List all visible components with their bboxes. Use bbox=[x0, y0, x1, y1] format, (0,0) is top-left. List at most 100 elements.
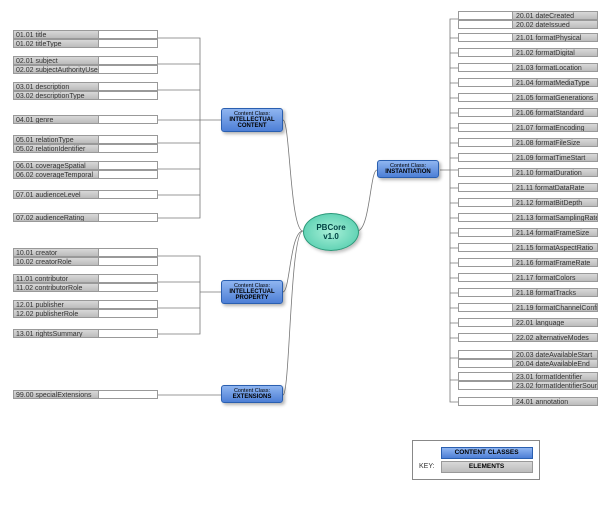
element-label: 06.02 coverageTemporal bbox=[13, 170, 98, 179]
element-group: 21.12 formatBitDepth bbox=[458, 198, 598, 207]
element-group: 06.01 coverageSpatial06.02 coverageTempo… bbox=[13, 161, 158, 179]
element-group: 21.06 formatStandard bbox=[458, 108, 598, 117]
element-stub bbox=[98, 30, 158, 39]
element-stub bbox=[98, 144, 158, 153]
element-group: 21.02 formatDigital bbox=[458, 48, 598, 57]
element-group: 21.13 formatSamplingRate bbox=[458, 213, 598, 222]
element-group: 13.01 rightsSummary bbox=[13, 329, 158, 338]
element-label: 20.03 dateAvailableStart bbox=[513, 350, 598, 359]
element-stub bbox=[98, 56, 158, 65]
element-stub bbox=[458, 350, 513, 359]
element-stub bbox=[98, 257, 158, 266]
element-group: 21.16 formatFrameRate bbox=[458, 258, 598, 267]
element-label: 21.19 formatChannelConfiguration bbox=[513, 303, 598, 312]
element-label: 12.02 publisherRole bbox=[13, 309, 98, 318]
element-group: 21.11 formatDataRate bbox=[458, 183, 598, 192]
element-label: 02.01 subject bbox=[13, 56, 98, 65]
element-stub bbox=[458, 333, 513, 342]
core-node: PBCorev1.0 bbox=[303, 213, 359, 251]
element-label: 21.10 formatDuration bbox=[513, 168, 598, 177]
element-stub bbox=[458, 153, 513, 162]
class-instantiation: Content Class: INSTANTIATION bbox=[377, 160, 439, 178]
element-label: 20.01 dateCreated bbox=[513, 11, 598, 20]
element-stub bbox=[458, 168, 513, 177]
element-label: 21.02 formatDigital bbox=[513, 48, 598, 57]
element-group: 02.01 subject02.02 subjectAuthorityUsed bbox=[13, 56, 158, 74]
element-stub bbox=[458, 372, 513, 381]
element-group: 01.01 title01.02 titleType bbox=[13, 30, 158, 48]
element-group: 99.00 specialExtensions bbox=[13, 390, 158, 399]
element-stub bbox=[458, 359, 513, 368]
class-intellectual-content: Content Class: INTELLECTUAL CONTENT bbox=[221, 108, 283, 132]
element-stub bbox=[458, 48, 513, 57]
element-group: 23.01 formatIdentifier23.02 formatIdenti… bbox=[458, 372, 598, 390]
element-label: 21.14 formatFrameSize bbox=[513, 228, 598, 237]
element-group: 24.01 annotation bbox=[458, 397, 598, 406]
core-version: v1.0 bbox=[323, 232, 339, 241]
element-stub bbox=[98, 161, 158, 170]
element-label: 21.06 formatStandard bbox=[513, 108, 598, 117]
element-label: 21.17 formatColors bbox=[513, 273, 598, 282]
element-stub bbox=[98, 300, 158, 309]
element-group: 21.03 formatLocation bbox=[458, 63, 598, 72]
element-stub bbox=[98, 170, 158, 179]
legend-box: KEY:CONTENT CLASSES KEY:ELEMENTS bbox=[412, 440, 540, 480]
element-label: 20.04 dateAvailableEnd bbox=[513, 359, 598, 368]
element-label: 21.11 formatDataRate bbox=[513, 183, 598, 192]
element-label: 21.07 formatEncoding bbox=[513, 123, 598, 132]
element-label: 21.05 formatGenerations bbox=[513, 93, 598, 102]
element-stub bbox=[458, 258, 513, 267]
element-stub bbox=[98, 135, 158, 144]
element-stub bbox=[458, 123, 513, 132]
element-stub bbox=[98, 274, 158, 283]
element-label: 21.03 formatLocation bbox=[513, 63, 598, 72]
element-label: 21.04 formatMediaType bbox=[513, 78, 598, 87]
element-group: 21.19 formatChannelConfiguration bbox=[458, 303, 598, 312]
element-group: 21.01 formatPhysical bbox=[458, 33, 598, 42]
element-group: 20.03 dateAvailableStart20.04 dateAvaila… bbox=[458, 350, 598, 368]
element-stub bbox=[458, 20, 513, 29]
element-group: 11.01 contributor11.02 contributorRole bbox=[13, 274, 158, 292]
element-stub bbox=[458, 33, 513, 42]
element-stub bbox=[458, 63, 513, 72]
element-label: 07.01 audienceLevel bbox=[13, 190, 98, 199]
element-label: 05.02 relationIdentifier bbox=[13, 144, 98, 153]
element-label: 21.12 formatBitDepth bbox=[513, 198, 598, 207]
element-stub bbox=[98, 115, 158, 124]
element-stub bbox=[458, 108, 513, 117]
element-label: 11.01 contributor bbox=[13, 274, 98, 283]
element-group: 05.01 relationType05.02 relationIdentifi… bbox=[13, 135, 158, 153]
element-group: 21.15 formatAspectRatio bbox=[458, 243, 598, 252]
element-stub bbox=[458, 213, 513, 222]
element-stub bbox=[458, 381, 513, 390]
element-label: 22.01 language bbox=[513, 318, 598, 327]
element-stub bbox=[98, 190, 158, 199]
element-label: 10.01 creator bbox=[13, 248, 98, 257]
element-stub bbox=[458, 138, 513, 147]
element-label: 21.13 formatSamplingRate bbox=[513, 213, 598, 222]
element-group: 21.08 formatFileSize bbox=[458, 138, 598, 147]
element-stub bbox=[458, 273, 513, 282]
element-label: 05.01 relationType bbox=[13, 135, 98, 144]
element-stub bbox=[98, 39, 158, 48]
element-stub bbox=[458, 183, 513, 192]
element-stub bbox=[458, 243, 513, 252]
element-group: 21.18 formatTracks bbox=[458, 288, 598, 297]
element-stub bbox=[458, 303, 513, 312]
element-stub bbox=[458, 93, 513, 102]
element-label: 99.00 specialExtensions bbox=[13, 390, 98, 399]
element-stub bbox=[98, 213, 158, 222]
element-group: 21.10 formatDuration bbox=[458, 168, 598, 177]
element-stub bbox=[98, 283, 158, 292]
element-group: 04.01 genre bbox=[13, 115, 158, 124]
element-group: 20.01 dateCreated20.02 dateIssued bbox=[458, 11, 598, 29]
element-group: 21.14 formatFrameSize bbox=[458, 228, 598, 237]
element-label: 03.01 description bbox=[13, 82, 98, 91]
element-label: 07.02 audienceRating bbox=[13, 213, 98, 222]
element-label: 01.02 titleType bbox=[13, 39, 98, 48]
element-stub bbox=[458, 198, 513, 207]
element-label: 21.09 formatTimeStart bbox=[513, 153, 598, 162]
element-label: 04.01 genre bbox=[13, 115, 98, 124]
class-extensions: Content Class: EXTENSIONS bbox=[221, 385, 283, 403]
legend-label: KEY: bbox=[419, 463, 435, 470]
